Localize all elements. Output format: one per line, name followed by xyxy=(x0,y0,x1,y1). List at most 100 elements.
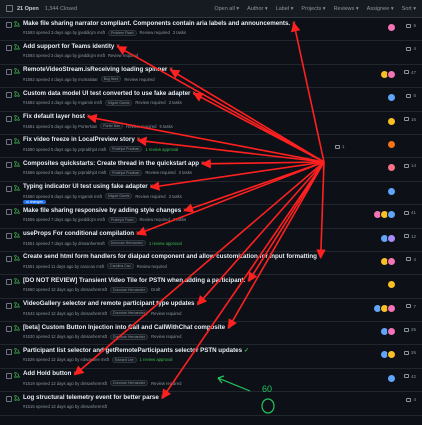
author-badge[interactable]: Donovan Hernandez xyxy=(107,240,146,247)
author-badge[interactable]: Porter Nan xyxy=(100,123,124,130)
row-checkbox[interactable] xyxy=(6,326,12,333)
check-failed-icon[interactable]: × xyxy=(227,325,231,331)
row-checkbox[interactable] xyxy=(6,302,12,309)
author-badge[interactable]: Edward Lee xyxy=(111,356,137,363)
author-badge[interactable]: Donovan Hernandez xyxy=(110,286,149,293)
author-badge[interactable]: Problem Flash xyxy=(107,29,137,36)
pr-title-link[interactable]: Composites quickstarts: Create thread in… xyxy=(23,160,205,167)
pr-row[interactable]: Custom data model UI test converted to u… xyxy=(0,88,422,112)
open-filter[interactable]: 21 Open xyxy=(17,6,39,12)
row-checkbox[interactable] xyxy=(6,372,12,379)
row-checkbox[interactable] xyxy=(6,396,12,403)
review-status[interactable]: Review required xyxy=(151,334,181,339)
check-failed-icon[interactable]: × xyxy=(137,137,141,143)
pr-title-link[interactable]: VideoGallery selector and remote partici… xyxy=(23,300,200,307)
avatar[interactable] xyxy=(387,163,396,173)
avatar[interactable] xyxy=(387,116,396,126)
pr-row[interactable]: Fix video freeze in LocalPreview story × … xyxy=(0,135,422,159)
closed-filter[interactable]: 1,344 Closed xyxy=(45,6,77,12)
row-checkbox[interactable] xyxy=(6,185,12,192)
row-checkbox[interactable] xyxy=(6,115,12,122)
avatar[interactable] xyxy=(387,139,396,149)
pr-row[interactable]: [DO NOT REVIEW] Transient Video Tile for… xyxy=(0,275,422,299)
check-failed-icon[interactable]: × xyxy=(136,231,140,237)
filter-reviews[interactable]: Reviews xyxy=(334,6,359,12)
pr-row[interactable]: Create send html form handlers for dialp… xyxy=(0,252,422,276)
pr-title-link[interactable]: Add Hold button × xyxy=(23,370,77,377)
author-badge[interactable]: Prabhjot Flash xyxy=(107,216,137,223)
avatar[interactable] xyxy=(387,256,396,266)
avatar[interactable] xyxy=(387,280,396,290)
avatar[interactable] xyxy=(387,210,396,220)
pr-title-link[interactable]: Fix default layer host × xyxy=(23,113,90,120)
comment-count[interactable]: 14 xyxy=(403,163,416,168)
pr-row[interactable]: Fix default layer host × #1581 opened 5 d… xyxy=(0,112,422,135)
review-status[interactable]: Review required xyxy=(151,381,181,386)
pr-title-link[interactable]: useProps For conditional compilation × xyxy=(23,230,140,237)
check-failed-icon[interactable]: × xyxy=(116,44,120,50)
author-badge[interactable]: Carolina Cao xyxy=(107,263,134,270)
pr-title-link[interactable]: Fix video freeze in LocalPreview story × xyxy=(23,136,140,143)
pr-row[interactable]: Make file sharing responsive by adding s… xyxy=(0,205,422,229)
filter-projects[interactable]: Projects xyxy=(301,6,325,12)
review-status[interactable]: Review required xyxy=(151,311,181,316)
pr-title-link[interactable]: Typing indicator UI test using fake adap… xyxy=(23,183,153,190)
author-badge[interactable]: Prabhjot Pradhan xyxy=(109,169,143,176)
author-badge[interactable]: Donovan Hernandez xyxy=(110,333,149,340)
check-failed-icon[interactable]: × xyxy=(169,67,173,73)
review-status[interactable]: Review required xyxy=(140,217,170,222)
row-checkbox[interactable] xyxy=(6,349,12,356)
pr-title-link[interactable]: Participant list selector and getRemoteP… xyxy=(23,347,249,354)
review-status[interactable]: 1 review approval xyxy=(140,357,173,362)
check-failed-icon[interactable]: × xyxy=(87,114,91,120)
pr-row[interactable]: Typing indicator UI test using fake adap… xyxy=(0,182,422,206)
avatar[interactable] xyxy=(387,327,396,337)
review-status[interactable]: Review required xyxy=(126,124,156,129)
author-badge[interactable]: Bug fixed xyxy=(100,76,122,83)
pr-row[interactable]: Log structural telemetry event for bette… xyxy=(0,392,422,416)
author-badge[interactable]: Miguel Gamis xyxy=(104,193,133,200)
review-status[interactable]: 1 review approval xyxy=(149,241,182,246)
avatar[interactable] xyxy=(387,373,396,383)
check-failed-icon[interactable]: × xyxy=(247,278,251,284)
pr-row[interactable]: RemoteVideoStream.isReceiving loading sp… xyxy=(0,65,422,89)
check-failed-icon[interactable]: × xyxy=(292,21,296,27)
avatar[interactable] xyxy=(387,233,396,243)
avatar[interactable] xyxy=(387,303,396,313)
check-failed-icon[interactable]: × xyxy=(196,301,200,307)
avatar[interactable] xyxy=(387,93,396,103)
row-checkbox[interactable] xyxy=(6,68,12,75)
avatar[interactable] xyxy=(387,23,396,32)
pr-title-link[interactable]: [beta] Custom Button Injection into Call… xyxy=(23,324,231,331)
comment-count[interactable]: 6 xyxy=(406,23,416,28)
pr-title-link[interactable]: Add support for Teams identity × xyxy=(23,43,120,50)
pr-row[interactable]: VideoGallery selector and remote partici… xyxy=(0,299,422,323)
pr-row[interactable]: useProps For conditional compilation × #1… xyxy=(0,229,422,252)
row-checkbox[interactable] xyxy=(6,162,12,169)
review-status[interactable]: Review required xyxy=(135,194,165,199)
row-checkbox[interactable] xyxy=(6,279,12,286)
comment-count[interactable]: 5 xyxy=(406,93,416,98)
review-status[interactable]: Review required xyxy=(137,264,167,269)
comment-count[interactable]: 4 xyxy=(406,257,416,262)
pr-title-link[interactable]: Create send html form handlers for dialp… xyxy=(23,253,322,260)
filter-sort[interactable]: Sort xyxy=(402,6,416,12)
check-failed-icon[interactable]: × xyxy=(161,395,165,401)
comment-count[interactable]: 42 xyxy=(403,374,416,379)
check-success-icon[interactable]: ✓ xyxy=(244,347,249,354)
check-failed-icon[interactable]: × xyxy=(73,371,77,377)
select-all-checkbox[interactable] xyxy=(6,5,13,12)
filter-assignee[interactable]: Assignee xyxy=(367,6,394,12)
review-status[interactable]: Review required xyxy=(145,170,175,175)
row-checkbox[interactable] xyxy=(6,138,12,145)
filter-label[interactable]: Label xyxy=(276,6,294,12)
pr-title-link[interactable]: Make file sharing responsive by adding s… xyxy=(23,207,187,214)
comment-count[interactable]: 4 xyxy=(406,397,416,402)
pr-row[interactable]: [beta] Custom Button Injection into Call… xyxy=(0,322,422,346)
filter-author[interactable]: Author xyxy=(247,6,268,12)
review-status[interactable]: 1 review approval xyxy=(145,147,178,152)
comment-count[interactable]: 7 xyxy=(406,304,416,309)
row-checkbox[interactable] xyxy=(6,232,12,239)
pr-row[interactable]: Add support for Teams identity × #1593 op… xyxy=(0,41,422,65)
comment-count[interactable]: 1 xyxy=(335,144,345,149)
